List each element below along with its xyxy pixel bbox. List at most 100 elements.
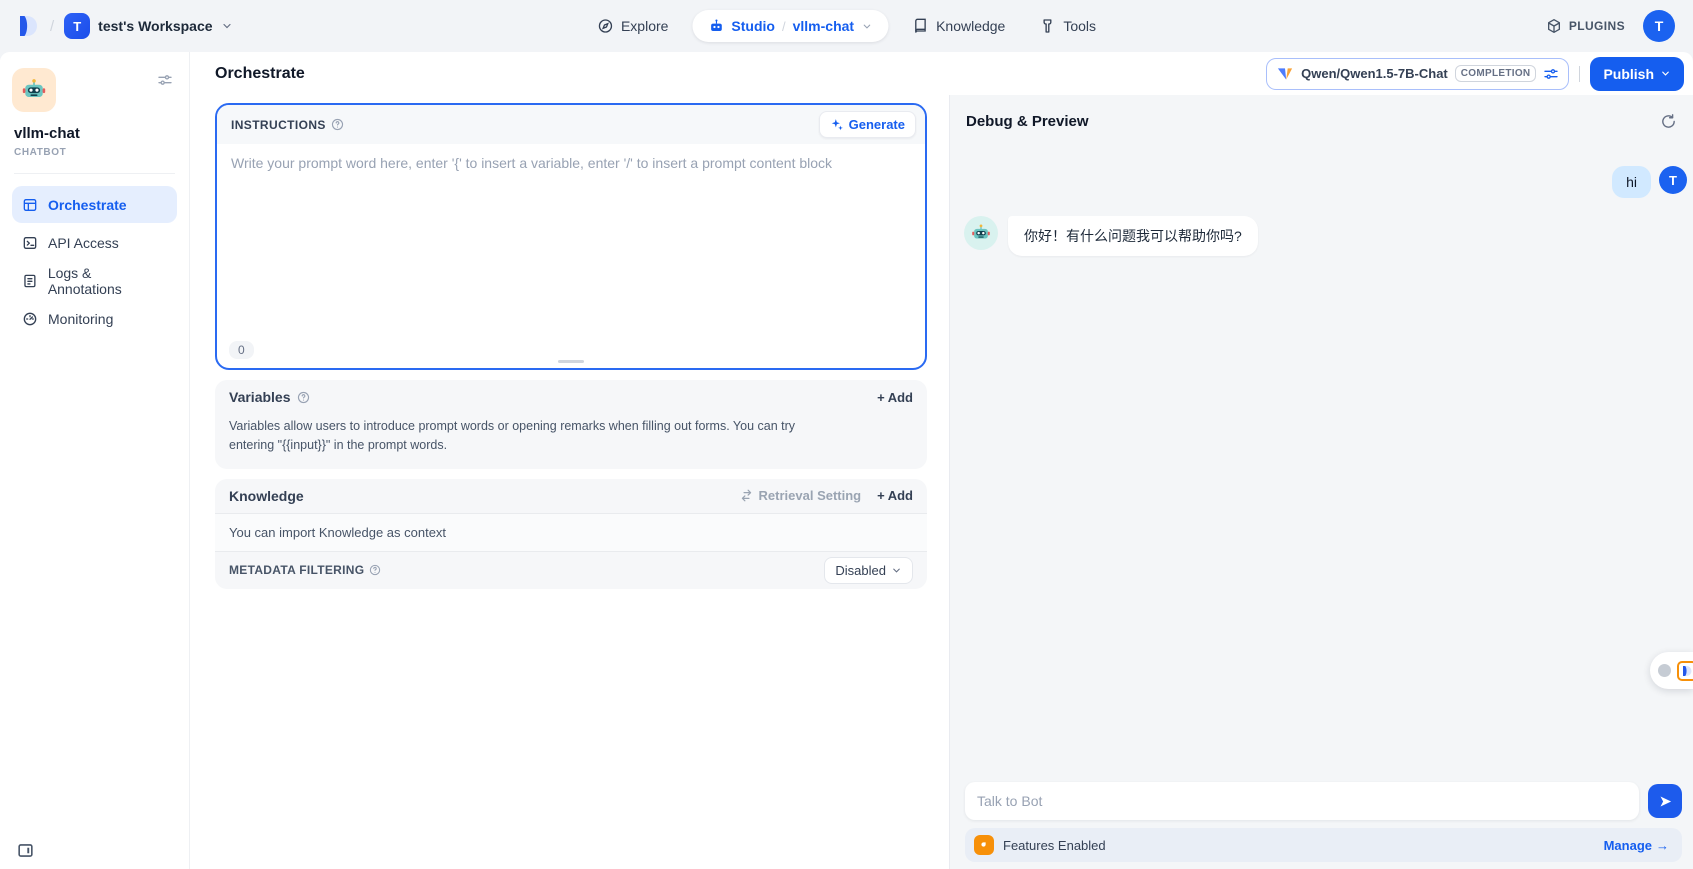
- user-message-row: hi T: [964, 166, 1687, 198]
- sidebar-item-monitoring[interactable]: Monitoring: [12, 300, 177, 337]
- debug-preview-title: Debug & Preview: [966, 113, 1089, 130]
- variables-title: Variables: [229, 389, 291, 405]
- variables-description: Variables allow users to introduce promp…: [215, 414, 855, 469]
- robot-icon: [708, 18, 724, 34]
- panel-right-icon: [16, 841, 35, 860]
- chevron-down-icon: [891, 565, 902, 576]
- sliders-icon: [157, 72, 173, 88]
- app-type-badge: CHATBOT: [14, 147, 177, 158]
- knowledge-description: You can import Knowledge as context: [215, 514, 927, 551]
- dify-logo-icon[interactable]: [16, 14, 40, 38]
- sidebar-item-label: API Access: [48, 235, 119, 251]
- user-avatar[interactable]: T: [1643, 10, 1675, 42]
- plugins-label: PLUGINS: [1569, 19, 1625, 33]
- nav-explore[interactable]: Explore: [587, 11, 678, 41]
- orchestrate-config-column: INSTRUCTIONS Generate 0: [190, 95, 949, 869]
- send-button[interactable]: [1648, 784, 1682, 818]
- page-header: Orchestrate Qwen/Qwen1.5-7B-Chat COMPLET…: [190, 52, 1693, 95]
- robot-emoji-icon: [970, 222, 992, 244]
- chat-input-area: Features Enabled Manage →: [950, 782, 1693, 869]
- features-enabled-label: Features Enabled: [1003, 838, 1106, 853]
- sparkle-icon: [830, 118, 844, 132]
- nav-explore-label: Explore: [621, 18, 668, 34]
- variables-section: Variables + Add Variables allow users to…: [215, 380, 927, 469]
- publish-label: Publish: [1603, 66, 1654, 82]
- user-message-bubble: hi: [1612, 166, 1651, 198]
- chevron-down-icon[interactable]: [861, 21, 872, 32]
- workspace-switcher[interactable]: T test's Workspace: [64, 13, 232, 39]
- features-icon: [974, 835, 994, 855]
- tools-icon: [1039, 18, 1055, 34]
- chat-input[interactable]: [965, 782, 1639, 820]
- bot-message-row: 你好！有什么问题我可以帮助你吗?: [964, 216, 1687, 256]
- workspace-name: test's Workspace: [98, 18, 212, 34]
- terminal-icon: [22, 235, 38, 251]
- collapse-sidebar-icon[interactable]: [16, 841, 35, 860]
- model-params-sliders-icon[interactable]: [1543, 66, 1559, 82]
- generate-button[interactable]: Generate: [819, 111, 916, 138]
- send-icon: [1658, 794, 1673, 809]
- instructions-panel: INSTRUCTIONS Generate 0: [215, 103, 927, 370]
- logs-document-icon: [22, 273, 38, 289]
- sidebar-item-orchestrate[interactable]: Orchestrate: [12, 186, 177, 223]
- resize-handle[interactable]: [558, 360, 584, 363]
- breadcrumb-separator: /: [50, 18, 54, 35]
- add-knowledge-button[interactable]: + Add: [877, 488, 913, 503]
- manage-label: Manage: [1604, 838, 1652, 853]
- monitoring-gauge-icon: [22, 311, 38, 327]
- app-settings-icon[interactable]: [157, 72, 173, 88]
- quote-icon: [978, 839, 990, 851]
- plugins-button[interactable]: PLUGINS: [1546, 18, 1625, 34]
- info-icon: [369, 564, 381, 576]
- drag-dot-icon: [1658, 664, 1671, 677]
- sidebar-item-label: Logs & Annotations: [48, 265, 167, 297]
- metadata-filtering-row: METADATA FILTERING Disabled: [215, 552, 927, 589]
- model-name: Qwen/Qwen1.5-7B-Chat: [1301, 66, 1448, 81]
- chat-history: hi T: [950, 140, 1693, 782]
- manage-features-link[interactable]: Manage →: [1604, 838, 1669, 853]
- page-title: Orchestrate: [215, 65, 305, 83]
- instructions-title: INSTRUCTIONS: [231, 118, 326, 132]
- nav-knowledge[interactable]: Knowledge: [902, 11, 1015, 41]
- knowledge-section: Knowledge Retrieval Setting + Add: [215, 479, 927, 589]
- nav-studio-active[interactable]: Studio / vllm-chat: [692, 10, 888, 42]
- sidebar-item-logs-annotations[interactable]: Logs & Annotations: [12, 262, 177, 299]
- workspace-avatar: T: [64, 13, 90, 39]
- add-variable-button[interactable]: + Add: [877, 390, 913, 405]
- info-icon: [331, 118, 344, 131]
- instructions-editor[interactable]: [231, 155, 911, 341]
- retrieval-setting-label: Retrieval Setting: [759, 488, 862, 503]
- sidebar-item-api-access[interactable]: API Access: [12, 224, 177, 261]
- plus-icon: +: [877, 488, 885, 503]
- main-area: vllm-chat CHATBOT Orchestrate API Access…: [0, 52, 1693, 869]
- explore-icon: [597, 18, 613, 34]
- plus-icon: +: [877, 390, 885, 405]
- metadata-filtering-select[interactable]: Disabled: [824, 557, 913, 584]
- nav-studio-label: Studio: [731, 18, 775, 34]
- chevron-down-icon: [1660, 68, 1671, 79]
- knowledge-title: Knowledge: [229, 488, 304, 504]
- restart-conversation-button[interactable]: [1658, 111, 1679, 132]
- model-selector[interactable]: Qwen/Qwen1.5-7B-Chat COMPLETION: [1266, 58, 1569, 90]
- header-divider: [1579, 66, 1580, 82]
- floating-edge-widget[interactable]: [1650, 652, 1693, 689]
- add-knowledge-label: Add: [888, 488, 913, 503]
- bot-message-bubble: 你好！有什么问题我可以帮助你吗?: [1008, 216, 1258, 256]
- nav-tools-label: Tools: [1063, 18, 1096, 34]
- plugins-cube-icon: [1546, 18, 1562, 34]
- retrieval-setting-button[interactable]: Retrieval Setting: [740, 488, 862, 503]
- char-count-badge: 0: [229, 341, 254, 359]
- vllm-logo-icon: [1276, 65, 1294, 83]
- metadata-filtering-value: Disabled: [835, 563, 886, 578]
- arrow-right-icon: →: [1656, 838, 1669, 853]
- nav-knowledge-label: Knowledge: [936, 18, 1005, 34]
- debug-preview-panel: Debug & Preview hi T: [949, 95, 1693, 869]
- nav-tools[interactable]: Tools: [1029, 11, 1106, 41]
- restart-icon: [1660, 113, 1677, 130]
- content-area: Orchestrate Qwen/Qwen1.5-7B-Chat COMPLET…: [190, 52, 1693, 869]
- user-chat-avatar: T: [1659, 166, 1687, 194]
- publish-button[interactable]: Publish: [1590, 57, 1684, 91]
- dify-logo-icon: [1681, 665, 1693, 677]
- chevron-down-icon: [221, 20, 233, 32]
- app-name: vllm-chat: [14, 125, 177, 142]
